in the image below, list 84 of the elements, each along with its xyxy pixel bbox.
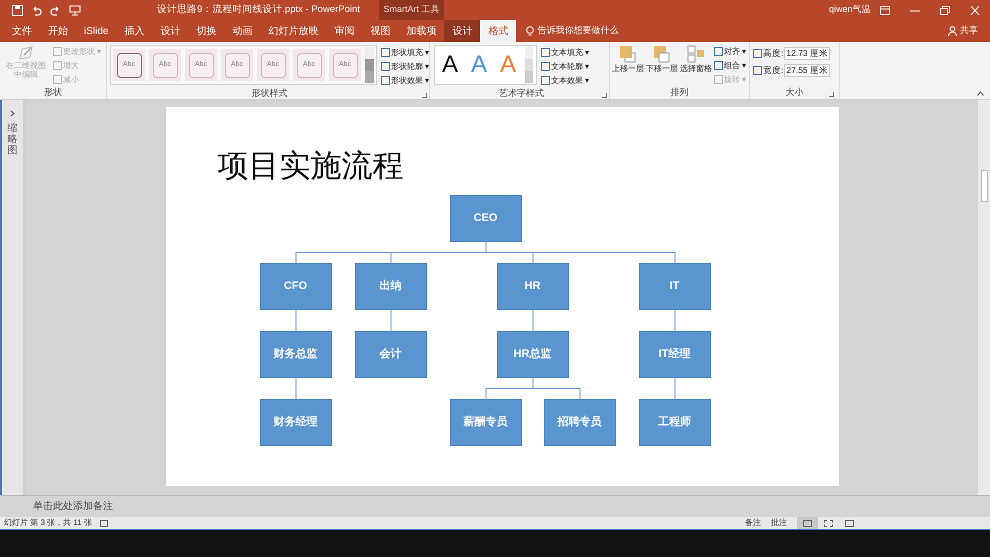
ribbon-command[interactable]: 组合 ▾ (714, 59, 746, 72)
pencil-icon (18, 45, 34, 61)
group-label: 大小 (786, 86, 804, 99)
org-chart-node: HR总监 (496, 331, 568, 378)
selection-pane-icon (687, 45, 705, 63)
ribbon-tab[interactable]: 设计 (152, 20, 188, 42)
user-name: qiwen气温 (829, 3, 871, 16)
org-chart-node: HR (496, 263, 568, 310)
org-chart-node: 出纳 (354, 263, 426, 310)
org-chart-node: 会计 (354, 331, 426, 378)
arrange-button[interactable]: 上移一层 (612, 45, 644, 86)
dialog-launcher-icon[interactable] (829, 92, 834, 97)
org-chart-node: 薪酬专员 (450, 399, 522, 446)
org-chart-node: IT (638, 263, 710, 310)
ribbon-command[interactable]: 形状效果 ▾ (381, 74, 430, 87)
group-label: 形状样式 (252, 86, 288, 100)
connector-line (532, 378, 580, 400)
expand-icon[interactable] (10, 110, 15, 117)
ribbon-tab[interactable]: 切换 (188, 20, 224, 42)
field-label: 宽度: (763, 64, 784, 77)
comments-button[interactable]: 批注 (771, 517, 787, 529)
connector-line (390, 310, 391, 332)
group-label: 排列 (670, 86, 688, 99)
vertical-scrollbar[interactable] (978, 100, 990, 495)
org-chart-node: 财务经理 (260, 399, 332, 446)
person-icon (948, 26, 957, 36)
org-chart-node: CFO (260, 263, 332, 310)
ribbon-command[interactable]: 形状填充 ▾ (381, 46, 430, 59)
connector-line (674, 310, 675, 332)
ribbon-command[interactable]: 形状轮廓 ▾ (381, 60, 430, 73)
collapse-ribbon-icon[interactable] (977, 91, 984, 96)
size-field[interactable]: 12.73 厘米 (784, 47, 830, 60)
dialog-launcher-icon[interactable] (422, 93, 427, 98)
ribbon-command[interactable]: 对齐 ▾ (714, 45, 746, 58)
slide-count: 幻灯片 第 3 张，共 11 张 (4, 517, 92, 529)
notes-placeholder[interactable]: 单击此处添加备注 (33, 499, 113, 514)
ribbon-tab[interactable]: 幻灯片放映 (260, 20, 326, 42)
size-field[interactable]: 27.55 厘米 (784, 64, 830, 77)
connector-line (532, 310, 533, 332)
redo-icon[interactable] (50, 4, 61, 16)
share-button[interactable]: 共享 (960, 24, 978, 38)
ribbon-tab[interactable]: 格式 (480, 20, 516, 42)
ribbon-tab[interactable]: 开始 (40, 20, 76, 42)
undo-icon[interactable] (31, 4, 42, 16)
thumbnail-pane-label: 缩略图 (8, 123, 18, 156)
close-icon[interactable] (970, 6, 980, 14)
ribbon-command[interactable]: 文本轮廓 ▾ (541, 60, 590, 73)
ribbon-tab[interactable]: 加载项 (398, 20, 444, 42)
group-label: 形状 (44, 86, 62, 99)
connector-line (674, 378, 675, 400)
layer-icon (619, 45, 637, 63)
ribbon-command[interactable]: 文本填充 ▾ (541, 46, 590, 59)
org-chart-node: 财务总监 (260, 331, 332, 378)
org-chart-node: IT经理 (638, 331, 710, 378)
slide-title: 项目实施流程 (218, 147, 404, 186)
lightbulb-icon (526, 26, 534, 36)
context-tab-label: SmartArt 工具 (383, 3, 440, 16)
org-chart-node: CEO (450, 195, 522, 242)
connector-line (295, 378, 296, 400)
layer-icon (653, 45, 671, 63)
arrange-button[interactable]: 下移一层 (646, 45, 678, 86)
presentation-icon[interactable] (69, 4, 81, 16)
org-chart-node: 招聘专员 (544, 399, 616, 446)
ribbon-tab[interactable]: 审阅 (326, 20, 362, 42)
ribbon-tab[interactable]: 插入 (116, 20, 152, 42)
ribbon-tab[interactable]: 动画 (224, 20, 260, 42)
notes-button[interactable]: 备注 (745, 517, 761, 529)
field-label: 高度: (763, 47, 784, 60)
maximize-icon[interactable] (940, 6, 950, 14)
tell-me-field[interactable]: 告诉我你想要做什么 (537, 24, 648, 38)
arrange-button[interactable]: 选择窗格 (680, 45, 712, 86)
normal-view-button[interactable] (797, 517, 818, 529)
ribbon-command[interactable]: 文本效果 ▾ (541, 74, 590, 87)
ribbon-tab[interactable]: 文件 (4, 20, 40, 42)
connector-line (295, 310, 296, 332)
window-title: 设计思路9：流程时间线设计.pptx - PowerPoint (157, 2, 360, 17)
org-chart-node: 工程师 (638, 399, 710, 446)
ribbon-tab[interactable]: iSlide (76, 20, 116, 42)
ribbon-display-icon[interactable] (880, 6, 890, 14)
ribbon-tab[interactable]: 视图 (362, 20, 398, 42)
group-label: 艺术字样式 (499, 86, 544, 100)
dialog-launcher-icon[interactable] (602, 93, 607, 98)
save-icon[interactable] (12, 4, 23, 16)
ribbon-tab[interactable]: 设计 (444, 20, 480, 42)
